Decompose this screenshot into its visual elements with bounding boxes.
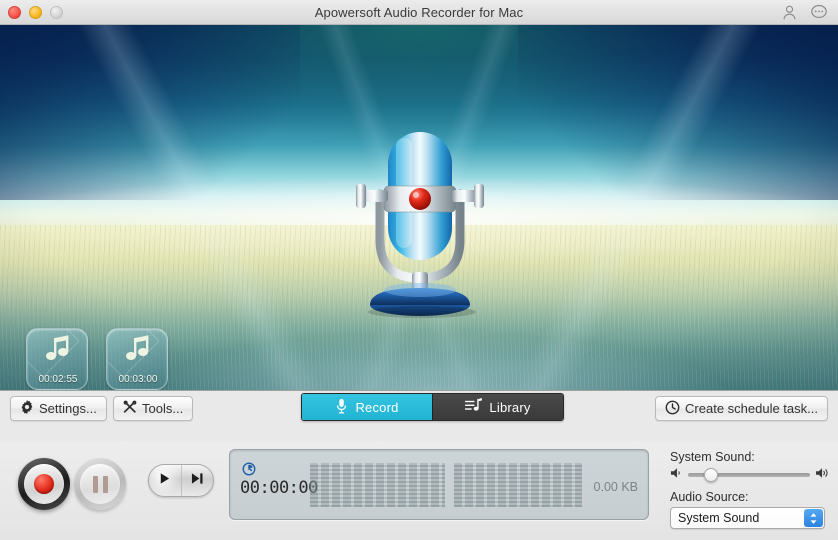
- audio-panel: System Sound: Audio Source: System Sound: [670, 450, 830, 529]
- list-item[interactable]: 00:02:55 Track31: [26, 328, 88, 390]
- pause-bar-icon: [102, 475, 108, 493]
- vu-meter-right: [454, 463, 582, 507]
- settings-label: Settings...: [39, 401, 97, 416]
- minimize-button[interactable]: [29, 6, 42, 19]
- account-icon[interactable]: [781, 4, 798, 21]
- vu-meter-left: [310, 463, 445, 507]
- title-bar-icons: [781, 3, 828, 21]
- next-track-button[interactable]: [182, 465, 214, 496]
- feedback-icon[interactable]: [810, 3, 828, 21]
- record-button-inner: [24, 464, 64, 504]
- wrench-screwdriver-icon: [123, 400, 137, 417]
- create-schedule-task-button[interactable]: Create schedule task...: [655, 396, 828, 421]
- tools-button[interactable]: Tools...: [113, 396, 194, 421]
- record-button[interactable]: [18, 458, 70, 510]
- gear-icon: [20, 400, 34, 417]
- tab-library[interactable]: Library: [432, 394, 563, 420]
- tab-record[interactable]: Record: [302, 394, 432, 420]
- audio-source-value: System Sound: [678, 511, 760, 525]
- track-thumbnail[interactable]: 00:03:00: [106, 328, 168, 390]
- tools-label: Tools...: [142, 401, 184, 416]
- close-button[interactable]: [8, 6, 21, 19]
- elapsed-time: 00:00:00: [240, 478, 318, 498]
- music-note-icon: [107, 335, 167, 370]
- next-track-icon: [190, 472, 205, 490]
- track-duration: 00:02:55: [38, 374, 78, 385]
- tab-record-label: Record: [355, 399, 399, 415]
- volume-slider-knob[interactable]: [703, 468, 718, 482]
- play-icon: [158, 472, 171, 490]
- app-window: Apowersoft Audio Recorder for Mac 00:02:…: [0, 0, 838, 540]
- speaker-high-icon[interactable]: [815, 466, 830, 484]
- settings-button[interactable]: Settings...: [10, 396, 107, 421]
- list-item[interactable]: 00:03:00 Track32: [106, 328, 168, 390]
- speaker-low-icon[interactable]: [670, 466, 683, 484]
- play-button[interactable]: [149, 465, 182, 496]
- microphone-illustration: [338, 120, 503, 320]
- transport-control: [148, 464, 214, 497]
- pause-button-inner: [80, 464, 120, 504]
- window-title: Apowersoft Audio Recorder for Mac: [314, 4, 524, 20]
- volume-slider-row: [670, 467, 830, 483]
- window-controls: [8, 6, 63, 19]
- pause-button[interactable]: [74, 458, 126, 510]
- file-size: 0.00 KB: [593, 480, 638, 494]
- track-list: 00:02:55 Track31 00:03:00: [26, 328, 168, 390]
- status-display: 00:00:00 0.00 KB: [229, 449, 649, 520]
- playlist-note-icon: [465, 398, 483, 416]
- volume-label: System Sound:: [670, 450, 755, 464]
- audio-source-label: Audio Source:: [670, 490, 749, 504]
- chevron-updown-icon[interactable]: [804, 509, 823, 527]
- audio-source-select[interactable]: System Sound: [670, 507, 825, 529]
- tab-library-label: Library: [489, 399, 531, 415]
- hero-wallpaper: 00:02:55 Track31 00:03:00: [0, 25, 838, 390]
- music-note-icon: [27, 335, 87, 370]
- track-duration: 00:03:00: [118, 374, 158, 385]
- microphone-icon: [335, 398, 348, 417]
- zoom-button: [50, 6, 63, 19]
- mode-tabs: Record Library: [301, 393, 564, 421]
- track-thumbnail[interactable]: 00:02:55: [26, 328, 88, 390]
- title-bar: Apowersoft Audio Recorder for Mac: [0, 0, 838, 25]
- pause-bar-icon: [92, 475, 98, 493]
- record-dot-icon: [34, 474, 54, 494]
- schedule-label: Create schedule task...: [685, 401, 818, 416]
- volume-slider[interactable]: [688, 468, 810, 482]
- clock-icon: [665, 400, 680, 418]
